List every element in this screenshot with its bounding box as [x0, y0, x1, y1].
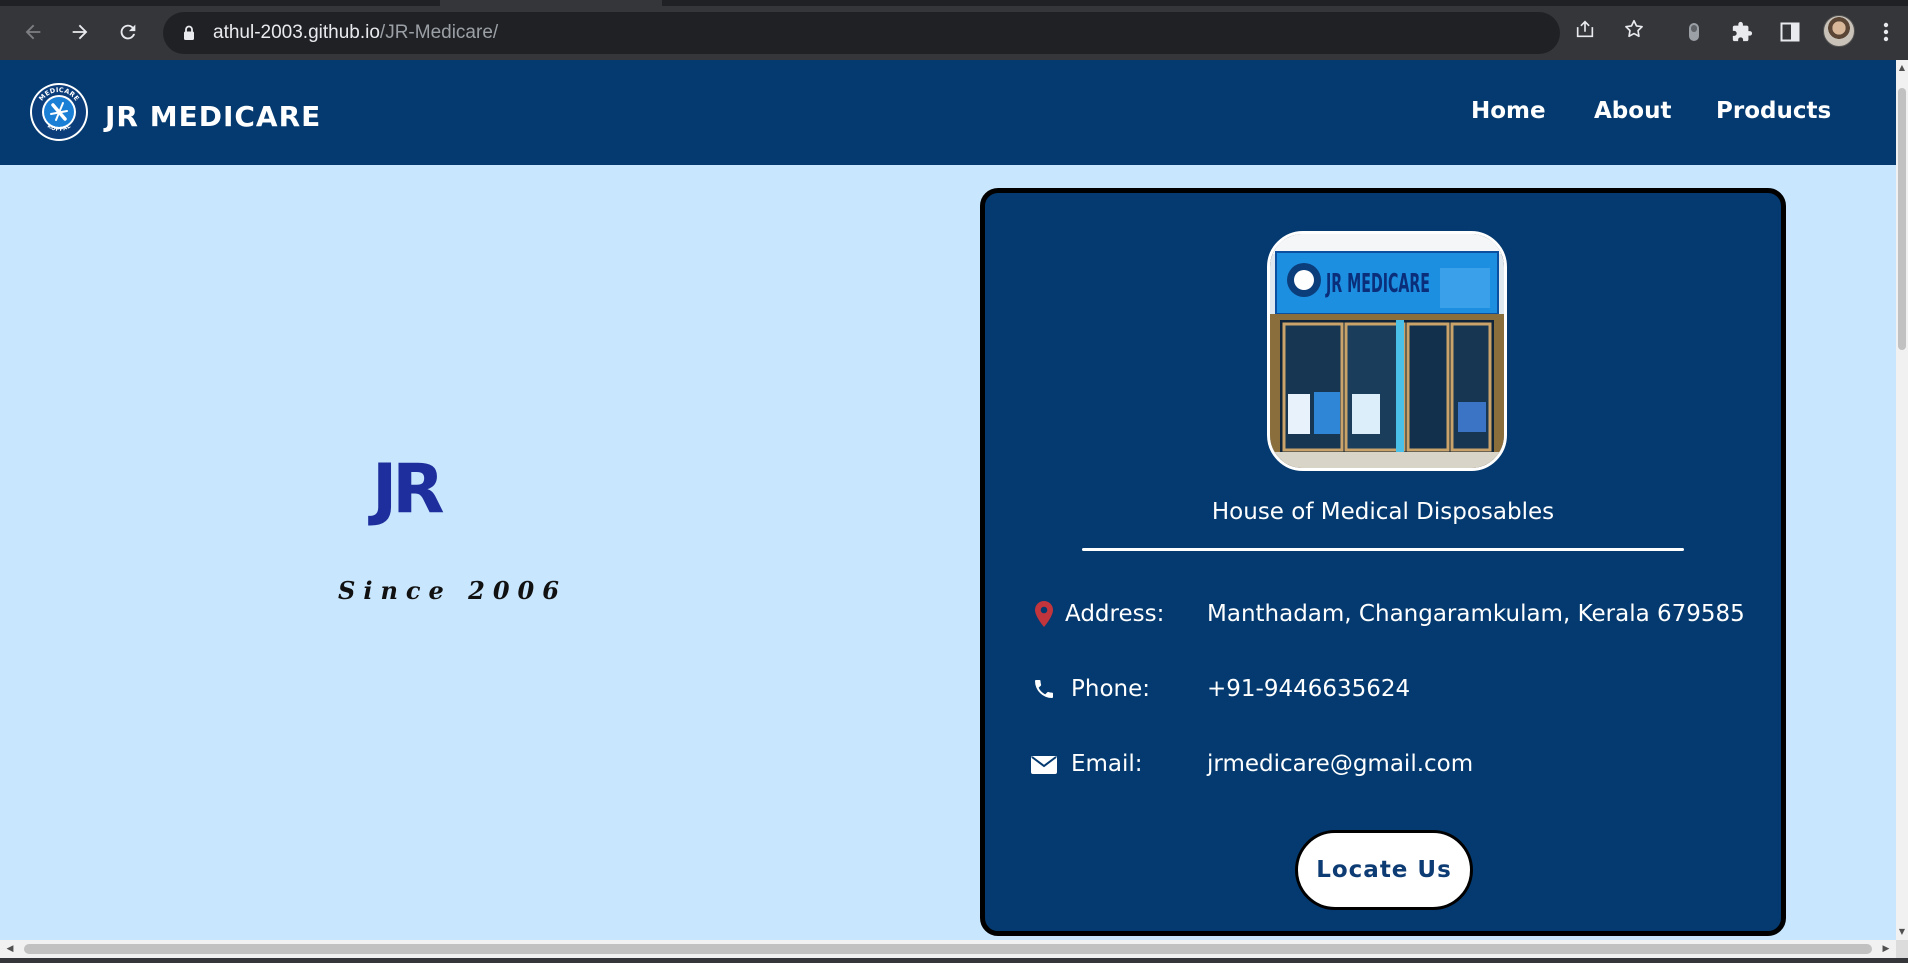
- phone-row: Phone: +91-9446635624: [985, 673, 1781, 709]
- lock-icon[interactable]: [183, 25, 195, 41]
- map-pin-icon: [1030, 600, 1058, 628]
- nav-link-home[interactable]: Home: [1471, 98, 1546, 124]
- page-viewport: MEDICARE KOPPAL JR MEDICARE Home About P…: [0, 60, 1896, 940]
- url-host: athul-2003.github.io: [213, 22, 380, 43]
- vertical-scrollbar[interactable]: ▲ ▼: [1896, 60, 1908, 940]
- extension-status-icon[interactable]: [1676, 14, 1712, 50]
- forward-arrow-icon[interactable]: [62, 14, 98, 50]
- address-label: Address:: [1065, 601, 1165, 627]
- scroll-right-arrow-icon[interactable]: ▶: [1880, 943, 1892, 955]
- shop-front-image: JR MEDICARE: [1267, 231, 1507, 471]
- phone-value: +91-9446635624: [1207, 676, 1411, 702]
- site-navbar: MEDICARE KOPPAL JR MEDICARE Home About P…: [0, 60, 1896, 165]
- profile-avatar[interactable]: [1823, 15, 1855, 47]
- divider: [1082, 548, 1684, 551]
- puzzle-icon[interactable]: [1724, 14, 1760, 50]
- reload-icon[interactable]: [110, 14, 146, 50]
- address-value: Manthadam, Changaramkulam, Kerala 679585: [1207, 601, 1745, 627]
- hero-subtitle: Since 2006: [338, 576, 567, 605]
- star-icon[interactable]: [1617, 12, 1651, 46]
- hero-title: JR: [372, 450, 445, 529]
- scroll-left-arrow-icon[interactable]: ◀: [4, 943, 16, 955]
- horizontal-scroll-thumb[interactable]: [24, 944, 1872, 954]
- nav-link-about[interactable]: About: [1594, 98, 1671, 124]
- email-label: Email:: [1071, 751, 1143, 777]
- url-path: /JR-Medicare/: [379, 22, 499, 43]
- email-row: Email: jrmedicare@gmail.com: [985, 748, 1781, 784]
- kebab-menu-icon[interactable]: [1868, 14, 1904, 50]
- phone-label: Phone:: [1071, 676, 1150, 702]
- back-arrow-icon[interactable]: [15, 14, 51, 50]
- share-icon[interactable]: [1568, 12, 1602, 46]
- active-tab-edge[interactable]: [440, 0, 662, 6]
- brand-name[interactable]: JR MEDICARE: [105, 100, 321, 133]
- phone-icon: [1030, 675, 1058, 703]
- locate-us-button[interactable]: Locate Us: [1295, 830, 1473, 910]
- window-bottom-edge: [0, 958, 1908, 963]
- side-panel-icon[interactable]: [1772, 14, 1808, 50]
- url-text[interactable]: athul-2003.github.io/JR-Medicare/: [213, 22, 498, 44]
- tagline: House of Medical Disposables: [1211, 499, 1555, 525]
- scroll-down-arrow-icon[interactable]: ▼: [1896, 926, 1908, 938]
- envelope-icon: [1030, 750, 1058, 778]
- contact-card: JR MEDICARE House of Medical Disposables: [980, 188, 1786, 936]
- vertical-scroll-thumb[interactable]: [1898, 88, 1906, 350]
- scrollbar-corner: [1896, 940, 1908, 958]
- medicare-logo-icon[interactable]: MEDICARE KOPPAL: [29, 82, 89, 142]
- nav-link-products[interactable]: Products: [1716, 98, 1831, 124]
- address-row: Address: Manthadam, Changaramkulam, Kera…: [985, 598, 1781, 634]
- email-value[interactable]: jrmedicare@gmail.com: [1207, 751, 1473, 777]
- address-bar[interactable]: athul-2003.github.io/JR-Medicare/: [163, 12, 1560, 54]
- horizontal-scrollbar[interactable]: ◀ ▶: [0, 940, 1896, 958]
- shop-sign-text: JR MEDICARE: [1325, 269, 1430, 299]
- browser-toolbar: athul-2003.github.io/JR-Medicare/: [0, 0, 1908, 60]
- scroll-up-arrow-icon[interactable]: ▲: [1896, 62, 1908, 74]
- tab-strip: [0, 0, 1908, 6]
